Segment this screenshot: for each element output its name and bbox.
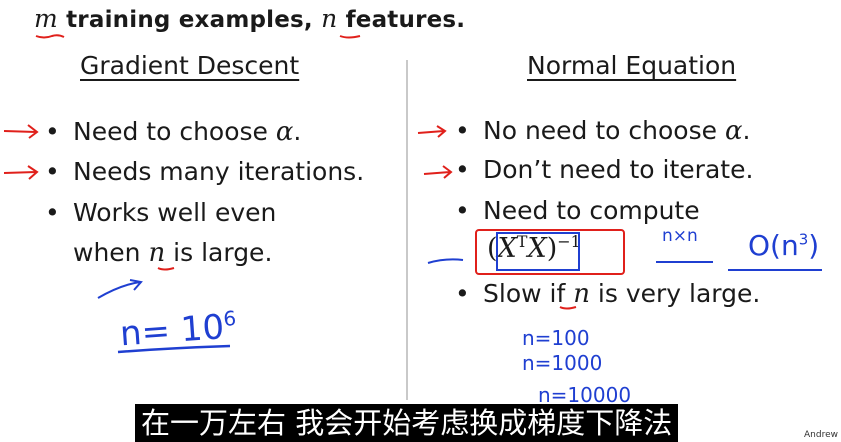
handwritten-big-o: O(n3)	[748, 229, 820, 262]
arrow-icon	[97, 258, 464, 299]
ink-annotations	[3, 34, 822, 354]
arrow-icon	[3, 124, 453, 180]
video-subtitle: 在一万左右 我会开始考虑换成梯度下降法	[135, 404, 679, 442]
underline-n-right	[559, 306, 577, 310]
handwritten-nxn: n×n	[662, 226, 698, 246]
underline-n-left	[157, 267, 175, 271]
handwritten-n100: n=100	[522, 326, 590, 350]
formula-highlight-box	[475, 229, 625, 275]
underline-m	[35, 34, 65, 39]
handwritten-n-10-6: n= 106	[118, 305, 237, 355]
handwritten-n1000: n=1000	[522, 351, 603, 375]
underline-n	[339, 35, 361, 39]
xtx-highlight-box	[496, 232, 580, 271]
credit-text: Andrew	[804, 430, 838, 440]
